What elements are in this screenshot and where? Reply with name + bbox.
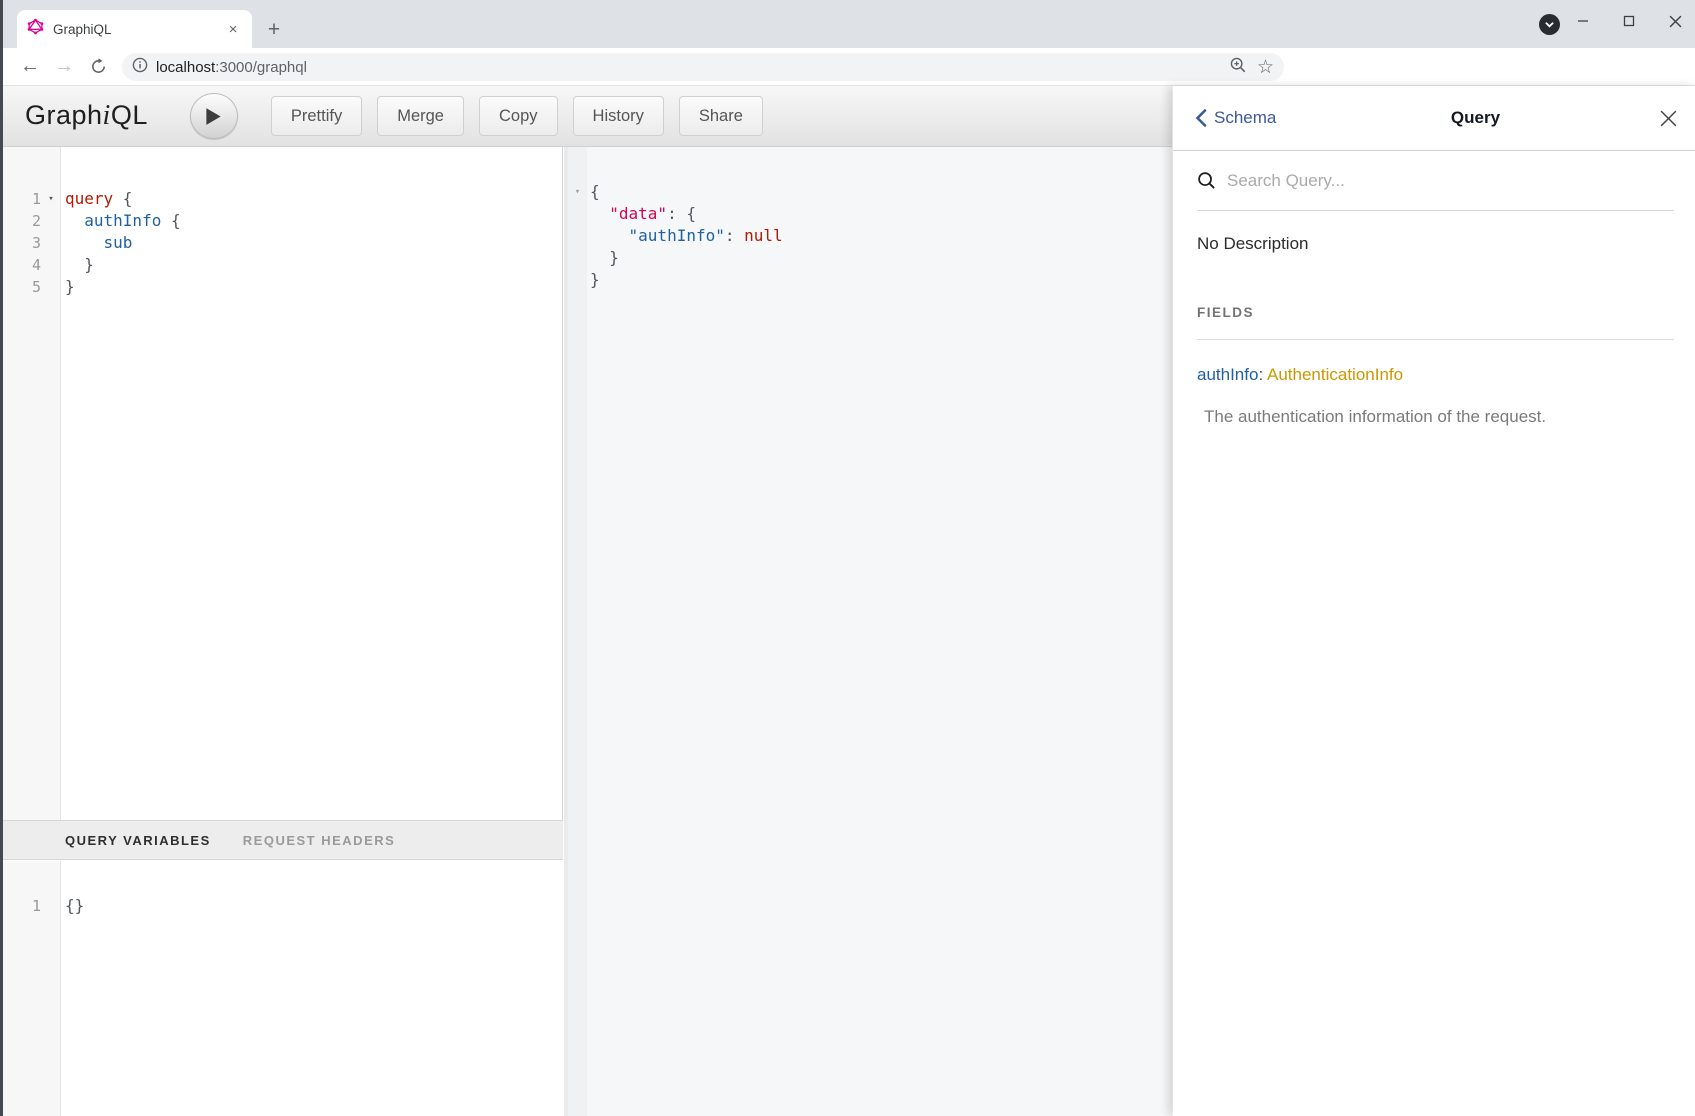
doc-explorer-header: Schema Query bbox=[1173, 86, 1695, 151]
toolbar-button-history[interactable]: History bbox=[573, 96, 664, 136]
bookmark-star-icon[interactable]: ☆ bbox=[1257, 58, 1274, 77]
tab-search-button[interactable] bbox=[1539, 14, 1560, 35]
code-text: } bbox=[65, 276, 75, 298]
code-text: query { bbox=[65, 188, 132, 210]
line-number: 5 bbox=[3, 276, 41, 298]
fold-arrow-icon[interactable]: ▾ bbox=[41, 188, 61, 210]
query-editor[interactable]: 1▾query {2 authInfo {3 sub4 }5} bbox=[3, 147, 563, 820]
forward-icon[interactable]: → bbox=[49, 52, 79, 82]
tab-query-variables[interactable]: QUERY VARIABLES bbox=[65, 833, 211, 848]
doc-field-description: The authentication information of the re… bbox=[1204, 407, 1674, 427]
code-text: } bbox=[65, 254, 94, 276]
code-text: } bbox=[590, 247, 619, 269]
doc-field-row: authInfo: AuthenticationInfo bbox=[1197, 365, 1674, 385]
code-text: {} bbox=[65, 895, 84, 917]
doc-close-button[interactable] bbox=[1638, 109, 1695, 128]
new-tab-button[interactable]: + bbox=[261, 17, 287, 43]
variables-code-line: 1 {} bbox=[3, 895, 563, 917]
result-code-line: "authInfo": null bbox=[568, 225, 1172, 247]
tab-request-headers[interactable]: REQUEST HEADERS bbox=[243, 833, 396, 848]
line-number: 1 bbox=[3, 895, 41, 917]
chevron-left-icon bbox=[1195, 109, 1207, 127]
doc-explorer-panel: Schema Query Search Query... No Descript… bbox=[1173, 86, 1695, 1116]
line-number: 3 bbox=[3, 232, 41, 254]
line-number: 4 bbox=[3, 254, 41, 276]
doc-no-description: No Description bbox=[1197, 234, 1674, 254]
result-code-line: } bbox=[568, 269, 1172, 291]
toolbar-button-share[interactable]: Share bbox=[679, 96, 763, 136]
result-code-line: } bbox=[568, 247, 1172, 269]
execute-query-button[interactable] bbox=[190, 93, 238, 139]
url-text: localhost:3000/graphql bbox=[156, 59, 307, 76]
graphiql-favicon-icon bbox=[27, 18, 44, 40]
doc-explorer-body: Search Query... No Description FIELDS au… bbox=[1173, 151, 1695, 427]
code-text: sub bbox=[65, 232, 132, 254]
close-icon bbox=[1659, 109, 1678, 128]
toolbar-button-prettify[interactable]: Prettify bbox=[271, 96, 362, 136]
variables-editor[interactable]: 1 {} bbox=[3, 861, 563, 1116]
search-icon bbox=[1197, 171, 1216, 190]
query-code-line: 4 } bbox=[3, 254, 562, 276]
maximize-button[interactable] bbox=[1606, 0, 1652, 42]
toolbar-button-copy[interactable]: Copy bbox=[479, 96, 558, 136]
doc-type-name-link[interactable]: AuthenticationInfo bbox=[1267, 365, 1403, 384]
query-code-line: 3 sub bbox=[3, 232, 562, 254]
browser-tab[interactable]: GraphiQL × bbox=[17, 10, 252, 48]
variables-tab-bar: QUERY VARIABLES REQUEST HEADERS bbox=[3, 820, 563, 860]
doc-back-link[interactable]: Schema bbox=[1195, 108, 1313, 128]
tab-close-icon[interactable]: × bbox=[224, 20, 242, 38]
code-text: } bbox=[590, 269, 600, 291]
toolbar-button-merge[interactable]: Merge bbox=[377, 96, 464, 136]
line-number: 1 bbox=[3, 188, 41, 210]
code-text: "authInfo": null bbox=[590, 225, 783, 247]
code-text: "data": { bbox=[590, 203, 696, 225]
code-text: authInfo { bbox=[65, 210, 181, 232]
result-fold-gutter bbox=[568, 147, 587, 1116]
browser-window: GraphiQL × + ← → localhost:3000/graphql bbox=[0, 0, 1695, 1116]
code-text: { bbox=[590, 181, 600, 203]
page-info-icon[interactable] bbox=[132, 57, 148, 78]
doc-explorer-title: Query bbox=[1313, 108, 1638, 128]
result-viewer: ▾{ "data": { "authInfo": null }} bbox=[568, 147, 1172, 1116]
tab-strip: GraphiQL × + bbox=[3, 0, 1695, 48]
query-code-line: 2 authInfo { bbox=[3, 210, 562, 232]
doc-search-field[interactable]: Search Query... bbox=[1197, 151, 1674, 211]
tab-title: GraphiQL bbox=[53, 22, 224, 37]
back-icon[interactable]: ← bbox=[15, 52, 45, 82]
minimize-button[interactable] bbox=[1560, 0, 1606, 42]
browser-navbar: ← → localhost:3000/graphql ☆ P bbox=[3, 48, 1695, 86]
zoom-level-icon[interactable] bbox=[1229, 56, 1247, 79]
doc-fields-label: FIELDS bbox=[1197, 305, 1674, 340]
query-code-line: 5} bbox=[3, 276, 562, 298]
window-close-button[interactable] bbox=[1652, 0, 1695, 42]
play-icon bbox=[205, 107, 222, 126]
query-code-line: 1▾query { bbox=[3, 188, 562, 210]
fold-arrow-icon[interactable]: ▾ bbox=[568, 181, 587, 203]
result-code-line: "data": { bbox=[568, 203, 1172, 225]
graphiql-logo: GraphiQL bbox=[25, 100, 148, 132]
graphiql-toolbar: GraphiQL Prettify Merge Copy History Share bbox=[3, 86, 1172, 147]
reload-icon[interactable] bbox=[83, 52, 113, 82]
toolbar-buttons: Prettify Merge Copy History Share bbox=[271, 96, 763, 136]
doc-field-name-link[interactable]: authInfo bbox=[1197, 365, 1258, 384]
result-code-line: ▾{ bbox=[568, 181, 1172, 203]
line-number: 2 bbox=[3, 210, 41, 232]
window-controls bbox=[1560, 0, 1695, 42]
address-bar[interactable]: localhost:3000/graphql ☆ bbox=[122, 53, 1284, 81]
doc-back-label: Schema bbox=[1214, 108, 1276, 128]
doc-search-placeholder: Search Query... bbox=[1227, 171, 1345, 191]
